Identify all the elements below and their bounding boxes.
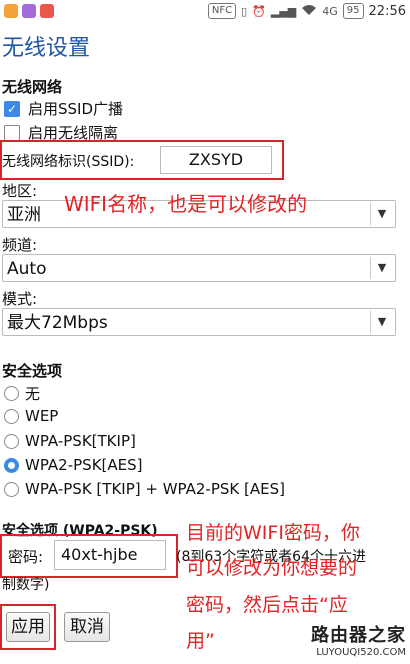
broadcast-ssid-checkbox[interactable]: ✓ xyxy=(4,100,20,117)
password-input[interactable]: 40xt-hjbe xyxy=(54,540,166,570)
cancel-button[interactable]: 取消 xyxy=(64,612,110,642)
ssid-input[interactable]: ZXSYD xyxy=(160,146,272,174)
vibrate-icon: ▯ xyxy=(241,4,248,18)
password-annotation-line: 用” xyxy=(186,630,215,652)
security-option[interactable]: WPA2-PSK[AES] xyxy=(4,456,143,474)
radio-button[interactable] xyxy=(4,457,19,473)
chevron-down-icon: ▼ xyxy=(370,257,393,279)
status-bar: NFC ▯ ⏰ ▂▄▆ 4G 95 22:56 xyxy=(0,0,410,24)
radio-button[interactable] xyxy=(4,386,19,401)
radio-button[interactable] xyxy=(4,481,19,497)
security-option-label: WPA2-PSK[AES] xyxy=(25,456,143,474)
password-annotation-line: 目前的WIFI密码，你 xyxy=(186,522,360,544)
app-notification-icon xyxy=(22,4,36,18)
section-security: 安全选项 xyxy=(2,362,63,380)
nfc-icon: NFC xyxy=(207,3,237,19)
radio-button[interactable] xyxy=(4,433,19,449)
page-title: 无线设置 xyxy=(2,36,91,61)
watermark-url: LUYOUQI520.COM xyxy=(316,647,406,658)
app-notification-icon xyxy=(4,4,18,18)
ssid-annotation: WIFI名称，也是可以修改的 xyxy=(64,192,308,216)
battery-icon: 95 xyxy=(342,3,364,19)
mode-label: 模式: xyxy=(2,290,38,308)
password-annotation-line: 可以修改为你想要的 xyxy=(186,557,358,579)
watermark-title: 路由器之家 xyxy=(311,625,406,646)
security-option-label: WPA-PSK [TKIP] + WPA2-PSK [AES] xyxy=(25,480,285,498)
section-wireless-network: 无线网络 xyxy=(2,78,63,96)
broadcast-ssid-label: 启用SSID广播 xyxy=(28,100,124,118)
channel-value: Auto xyxy=(7,259,47,279)
password-hint-cont: 制数字) xyxy=(2,577,50,593)
notification-icons xyxy=(4,4,54,18)
chevron-down-icon: ▼ xyxy=(370,311,393,333)
security-option-label: WEP xyxy=(25,407,59,425)
security-option[interactable]: WEP xyxy=(4,407,58,425)
security-option[interactable]: WPA-PSK [TKIP] + WPA2-PSK [AES] xyxy=(4,480,285,498)
channel-label: 频道: xyxy=(2,236,38,254)
isolation-checkbox[interactable] xyxy=(4,124,20,141)
password-annotation-line: 密码，然后点击“应 xyxy=(186,594,348,616)
app-notification-icon xyxy=(40,4,54,18)
security-option[interactable]: 无 xyxy=(4,383,40,404)
network-type: 4G xyxy=(322,4,338,18)
channel-select[interactable]: Auto ▼ xyxy=(2,254,396,282)
wifi-icon xyxy=(301,4,317,19)
mode-select[interactable]: 最大72Mbps ▼ xyxy=(2,308,396,336)
chevron-down-icon: ▼ xyxy=(370,203,393,225)
alarm-icon: ⏰ xyxy=(252,4,266,18)
region-value: 亚洲 xyxy=(7,205,41,225)
clock: 22:56 xyxy=(368,3,406,19)
radio-button[interactable] xyxy=(4,408,19,424)
security-option-label: 无 xyxy=(25,385,41,403)
watermark: 路由器之家 LUYOUQI520.COM xyxy=(311,621,406,658)
signal-icon: ▂▄▆ xyxy=(270,4,297,18)
system-icons: NFC ▯ ⏰ ▂▄▆ 4G 95 22:56 xyxy=(207,3,406,19)
broadcast-ssid-row[interactable]: ✓ 启用SSID广播 xyxy=(4,98,123,119)
mode-value: 最大72Mbps xyxy=(7,313,108,333)
region-label: 地区: xyxy=(2,182,38,200)
security-option-label: WPA-PSK[TKIP] xyxy=(25,432,136,450)
ssid-label: 无线网络标识(SSID): xyxy=(2,154,135,170)
apply-button[interactable]: 应用 xyxy=(6,612,50,642)
security-option[interactable]: WPA-PSK[TKIP] xyxy=(4,432,136,450)
password-label: 密码: xyxy=(8,548,44,566)
